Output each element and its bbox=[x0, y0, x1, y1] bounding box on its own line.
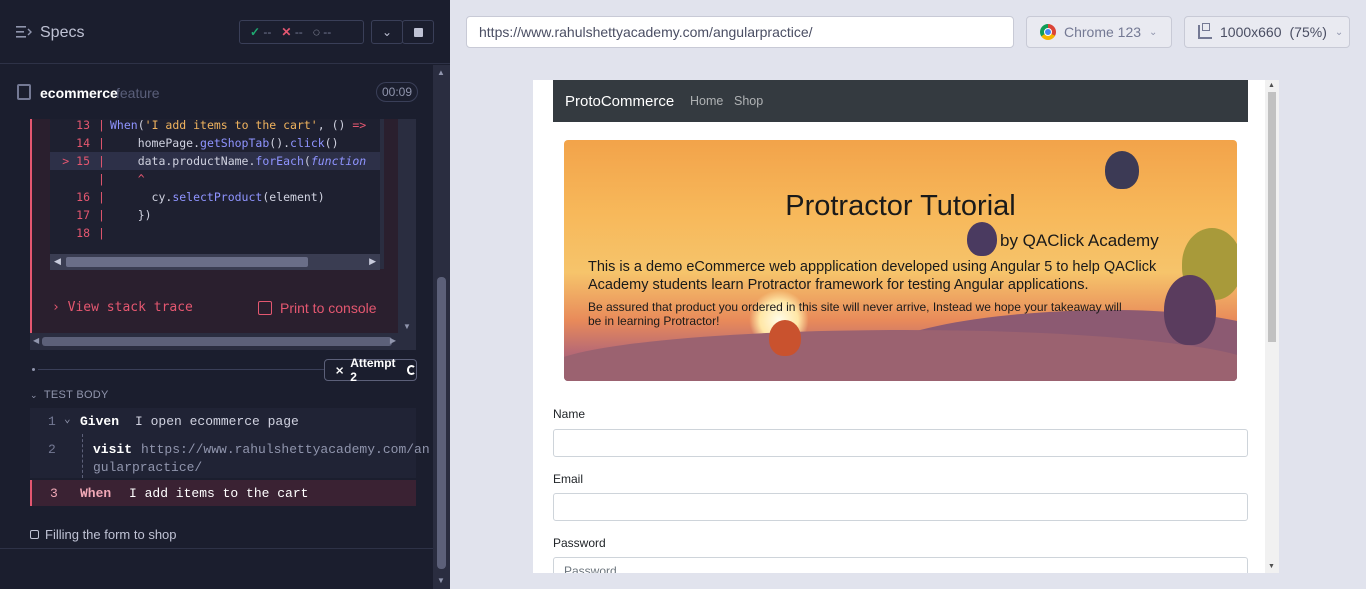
code-frame: 13 | When('I add items to the cart', () =>… bbox=[50, 119, 380, 269]
scroll-up-icon[interactable]: ▲ bbox=[1268, 82, 1275, 89]
viewport-info[interactable]: 1000x660 (75%) ⌄ bbox=[1184, 16, 1350, 48]
command-row-failed[interactable]: 3 When I add items to the cart bbox=[30, 480, 416, 506]
timeline-dot bbox=[32, 368, 35, 371]
code-scrollbar[interactable] bbox=[380, 119, 384, 269]
balloon-graphic bbox=[1105, 151, 1139, 189]
menu-icon[interactable] bbox=[16, 25, 32, 39]
check-icon: ✓ bbox=[250, 25, 261, 39]
error-horizontal-scrollbar[interactable]: ◀ ▶ bbox=[30, 333, 416, 350]
chevron-down-icon[interactable]: ⌄ bbox=[64, 412, 71, 426]
code-line: 16 | cy.selectProduct(element) bbox=[76, 190, 325, 204]
spec-name: ecommerce bbox=[40, 85, 118, 101]
failed-stat: ✕ -- bbox=[281, 25, 303, 39]
jumbotron-note: Be assured that product you ordered in t… bbox=[588, 300, 1122, 328]
jumbotron-subtitle: by QAClick Academy bbox=[1000, 231, 1159, 250]
code-line: 18 | bbox=[76, 226, 105, 240]
spec-header[interactable]: ecommerce feature 00:09 bbox=[0, 65, 432, 119]
view-stack-trace-link[interactable]: › View stack trace bbox=[52, 300, 193, 315]
pending-test-icon bbox=[30, 530, 39, 539]
error-scrollbar[interactable]: ▼ bbox=[398, 119, 416, 333]
app-scrollbar[interactable]: ▲ ▼ bbox=[1265, 80, 1279, 573]
x-icon: ✕ bbox=[281, 25, 292, 39]
attempt-tag[interactable]: ⨯ Attempt 2 bbox=[324, 356, 417, 384]
spec-timer: 00:09 bbox=[376, 82, 419, 102]
reporter-scroll-thumb[interactable] bbox=[437, 277, 446, 569]
aut-panel: https://www.rahulshettyacademy.com/angul… bbox=[450, 0, 1366, 589]
scroll-down-icon[interactable]: ▼ bbox=[436, 576, 446, 585]
test-body-header[interactable]: ⌄ TEST BODY bbox=[30, 389, 109, 401]
jumbotron-lead: This is a demo eCommerce web appplicatio… bbox=[588, 259, 1157, 293]
navbar: ProtoCommerce Home Shop bbox=[553, 80, 1248, 122]
spinner-icon bbox=[406, 365, 416, 375]
chevron-down-icon: ⌄ bbox=[1149, 26, 1158, 38]
passed-stat: ✓ -- bbox=[250, 25, 272, 39]
password-field[interactable]: Password bbox=[553, 557, 1248, 573]
balloon-graphic bbox=[967, 222, 997, 256]
nesting-line bbox=[82, 434, 83, 478]
command-row[interactable]: 2 visit https://www.rahulshettyacademy.c… bbox=[30, 434, 430, 478]
scroll-right-icon[interactable]: ▶ bbox=[369, 256, 376, 267]
pending-stat: ◌ -- bbox=[312, 25, 332, 39]
scroll-left-icon[interactable]: ◀ bbox=[54, 256, 61, 267]
code-line-highlighted: > 15 | data.productName.forEach(function bbox=[50, 152, 380, 170]
code-line: 14 | homePage.getShopTab().click() bbox=[76, 136, 339, 150]
email-field[interactable] bbox=[553, 493, 1248, 521]
chrome-icon bbox=[1040, 24, 1056, 40]
scroll-thumb[interactable] bbox=[42, 337, 392, 346]
jumbotron-title: Protractor Tutorial bbox=[785, 190, 1016, 222]
code-line: 13 | When('I add items to the cart', () => bbox=[76, 119, 367, 132]
scroll-right-icon[interactable]: ▶ bbox=[390, 336, 396, 345]
print-to-console-button[interactable]: Print to console bbox=[258, 300, 377, 316]
stop-button[interactable] bbox=[402, 20, 434, 44]
scroll-thumb[interactable] bbox=[66, 257, 308, 267]
scroll-down-icon[interactable]: ▼ bbox=[403, 322, 411, 331]
reporter-panel: Specs ✓ -- ✕ -- ◌ -- ⌄ ecommerce feature… bbox=[0, 0, 450, 589]
cypress-runner: Specs ✓ -- ✕ -- ◌ -- ⌄ ecommerce feature… bbox=[0, 0, 1366, 589]
command-row[interactable]: 1 ⌄ Given I open ecommerce page bbox=[30, 408, 416, 434]
app-iframe: ProtoCommerce Home Shop Protractor Tutor… bbox=[533, 80, 1279, 573]
code-line: 17 | }) bbox=[76, 208, 152, 222]
code-horizontal-scrollbar[interactable]: ◀ ▶ bbox=[50, 254, 380, 270]
next-test[interactable]: Filling the form to shop bbox=[30, 527, 177, 542]
navbar-brand[interactable]: ProtoCommerce bbox=[565, 93, 674, 110]
name-label: Name bbox=[553, 407, 586, 421]
name-field[interactable] bbox=[553, 429, 1248, 457]
collapse-icon: ⨯ bbox=[335, 364, 345, 377]
test-stats: ✓ -- ✕ -- ◌ -- bbox=[239, 20, 364, 44]
stop-icon bbox=[413, 27, 423, 37]
divider bbox=[38, 369, 324, 370]
browser-selector[interactable]: Chrome 123 ⌄ bbox=[1026, 16, 1172, 48]
email-label: Email bbox=[553, 472, 584, 486]
pending-icon: ◌ bbox=[312, 25, 320, 39]
url-bar[interactable]: https://www.rahulshettyacademy.com/angul… bbox=[466, 16, 1014, 48]
scroll-left-icon[interactable]: ◀ bbox=[33, 336, 39, 345]
divider bbox=[0, 548, 433, 549]
file-icon bbox=[17, 84, 31, 100]
spec-extension: feature bbox=[116, 85, 160, 101]
code-line: | ^ bbox=[98, 172, 145, 186]
nav-link-shop[interactable]: Shop bbox=[734, 94, 763, 108]
scroll-down-icon[interactable]: ▼ bbox=[1268, 563, 1275, 570]
terminal-icon bbox=[258, 301, 272, 315]
viewport-icon bbox=[1198, 23, 1212, 39]
scroll-up-icon[interactable]: ▲ bbox=[436, 68, 446, 77]
chevron-down-icon: ⌄ bbox=[381, 25, 393, 39]
specs-title[interactable]: Specs bbox=[40, 24, 84, 42]
specs-header: Specs ✓ -- ✕ -- ◌ -- ⌄ bbox=[0, 0, 450, 64]
expand-collapse-button[interactable]: ⌄ bbox=[371, 20, 403, 44]
chevron-down-icon: ⌄ bbox=[1334, 26, 1344, 38]
jumbotron: Protractor Tutorial by QAClick Academy T… bbox=[564, 140, 1237, 381]
scroll-thumb[interactable] bbox=[1268, 92, 1276, 342]
nav-link-home[interactable]: Home bbox=[690, 94, 723, 108]
password-label: Password bbox=[553, 536, 606, 550]
chevron-down-icon: ⌄ bbox=[30, 390, 38, 400]
